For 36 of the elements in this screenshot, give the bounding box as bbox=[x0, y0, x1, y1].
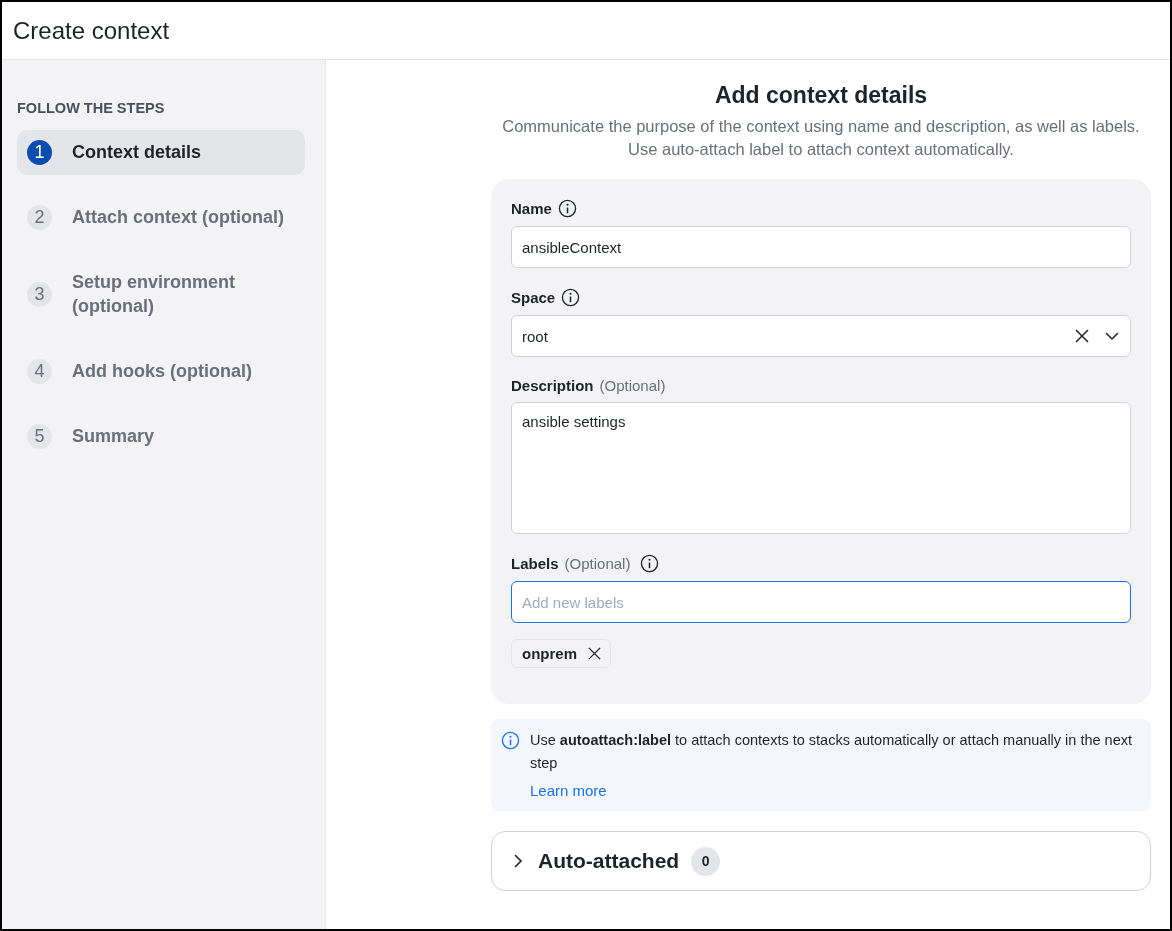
clear-icon[interactable] bbox=[1074, 328, 1090, 345]
step-item[interactable]: 2 Attach context (optional) bbox=[17, 195, 305, 240]
description-textarea[interactable]: ansible settings bbox=[511, 402, 1131, 535]
optional-hint: (Optional) bbox=[599, 377, 666, 395]
name-input-field[interactable]: ansibleContext bbox=[511, 226, 1131, 269]
field-label: Description bbox=[511, 377, 594, 395]
step-number: 5 bbox=[27, 423, 52, 449]
info-message: Use autoattach:label to attach contexts to stacks automatically or attach manually in the next step bbox=[530, 731, 1133, 773]
window-title: Create context bbox=[13, 16, 170, 45]
remove-icon[interactable] bbox=[587, 646, 602, 662]
info-icon[interactable] bbox=[557, 199, 577, 219]
step-item[interactable]: 3 Setup environment (optional) bbox=[17, 260, 305, 329]
accordion-title: Auto-attached bbox=[538, 849, 680, 874]
info-icon bbox=[501, 731, 520, 751]
count-badge: 0 bbox=[691, 846, 721, 876]
info-icon[interactable] bbox=[640, 554, 660, 574]
field-label: Name bbox=[511, 200, 552, 218]
space-select-field[interactable]: root bbox=[511, 315, 1131, 358]
tag-text: onprem bbox=[522, 645, 577, 663]
step-number: 1 bbox=[27, 140, 52, 165]
step-item[interactable]: 1 Context details bbox=[17, 130, 305, 175]
section-description: Communicate the purpose of the context using name and description, as well as labels. Use auto-attach label to attach context automatically. bbox=[501, 116, 1141, 161]
optional-hint: (Optional) bbox=[564, 555, 631, 573]
step-item[interactable]: 4 Add hooks (optional) bbox=[17, 348, 305, 394]
section-title: Add context details bbox=[713, 82, 929, 109]
labels-input-field[interactable]: Add new labels bbox=[511, 581, 1131, 624]
learn-more-link[interactable]: Learn more bbox=[530, 782, 607, 800]
step-item[interactable]: 5 Summary bbox=[17, 413, 305, 459]
info-icon[interactable] bbox=[561, 288, 581, 308]
field-label: Space bbox=[511, 289, 556, 307]
step-number: 3 bbox=[27, 281, 52, 307]
auto-attached-accordion[interactable]: Auto-attached 0 bbox=[491, 831, 1151, 892]
step-number: 4 bbox=[27, 358, 52, 384]
step-number: 2 bbox=[27, 205, 52, 230]
steps-heading: FOLLOW THE STEPS bbox=[17, 100, 166, 116]
field-label: Labels bbox=[511, 555, 559, 573]
